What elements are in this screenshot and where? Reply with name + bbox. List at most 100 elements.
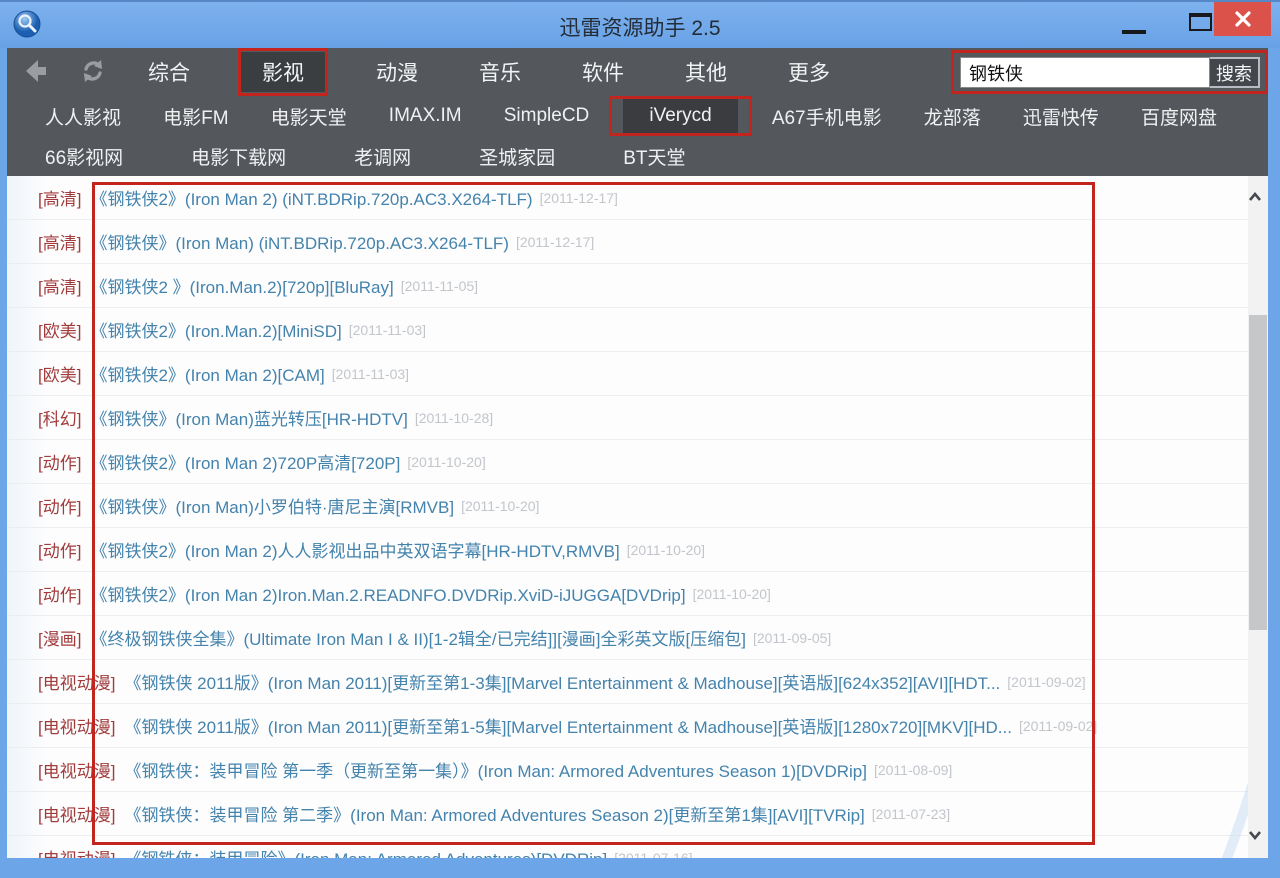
scroll-down-button[interactable]	[1248, 824, 1268, 846]
window-border-bottom	[0, 858, 1280, 878]
refresh-icon[interactable]	[78, 56, 108, 86]
result-link[interactable]: 《钢铁侠 2011版》(Iron Man 2011)[更新至第1-3集][Mar…	[124, 669, 1000, 694]
site-tabs-row1: 人人影视 电影FM 电影天堂 IMAX.IM SimpleCD iVerycd …	[7, 95, 1255, 137]
table-row[interactable]: [欧美] 《钢铁侠2》(Iron Man 2)[CAM] [2011-11-03…	[7, 352, 1248, 396]
vertical-scrollbar[interactable]	[1248, 176, 1268, 858]
result-link[interactable]: 《终极钢铁侠全集》(Ultimate Iron Man I & II)[1-2辑…	[90, 625, 746, 650]
table-row[interactable]: [动作] 《钢铁侠》(Iron Man)小罗伯特·唐尼主演[RMVB] [201…	[7, 484, 1248, 528]
site-tab-shengcheng[interactable]: 圣城家园	[471, 139, 563, 174]
result-link[interactable]: 《钢铁侠》(Iron Man)蓝光转压[HR-HDTV]	[90, 405, 407, 430]
site-tab-longbuluo[interactable]: 龙部落	[916, 99, 989, 134]
site-tab-yyets[interactable]: 人人影视	[37, 99, 129, 134]
site-tabs-row2: 66影视网 电影下载网 老调网 圣城家园 BT天堂	[7, 137, 1255, 176]
scroll-up-button[interactable]	[1248, 186, 1268, 208]
table-row[interactable]: [动作] 《钢铁侠2》(Iron Man 2)人人影视出品中英双语字幕[HR-H…	[7, 528, 1248, 572]
table-row[interactable]: [电视动漫] 《钢铁侠 2011版》(Iron Man 2011)[更新至第1-…	[7, 704, 1248, 748]
site-tab-baidupan[interactable]: 百度网盘	[1133, 99, 1225, 134]
search-input[interactable]	[960, 57, 1210, 88]
table-row[interactable]: [高清] 《钢铁侠》(Iron Man) (iNT.BDRip.720p.AC3…	[7, 220, 1248, 264]
result-link[interactable]: 《钢铁侠2》(Iron Man 2)人人影视出品中英双语字幕[HR-HDTV,R…	[90, 537, 619, 562]
site-tab-a67[interactable]: A67手机电影	[764, 99, 890, 134]
titlebar: 迅雷资源助手 2.5	[0, 0, 1280, 48]
result-date: [2011-10-20]	[461, 498, 539, 514]
tab-anime[interactable]: 动漫	[366, 52, 428, 92]
result-date: [2011-08-09]	[874, 762, 952, 778]
result-date: [2011-12-17]	[516, 234, 594, 250]
result-date: [2011-11-03]	[349, 322, 426, 338]
category-tag: [欧美]	[38, 361, 81, 386]
window-title: 迅雷资源助手 2.5	[0, 12, 1280, 42]
site-tab-simplecd[interactable]: SimpleCD	[496, 101, 598, 131]
site-tab-dianyingfm[interactable]: 电影FM	[155, 99, 236, 134]
tab-software[interactable]: 软件	[572, 52, 634, 92]
result-date: [2011-12-17]	[540, 190, 618, 206]
search-button[interactable]: 搜索	[1210, 57, 1260, 88]
category-tag: [电视动漫]	[38, 669, 115, 694]
result-link[interactable]: 《钢铁侠：装甲冒险》(Iron Man: Armored Adventures)…	[124, 845, 607, 858]
close-button[interactable]	[1214, 2, 1271, 36]
table-row[interactable]: [高清] 《钢铁侠2》(Iron Man 2) (iNT.BDRip.720p.…	[7, 176, 1248, 220]
chevron-up-icon	[1248, 190, 1262, 204]
result-date: [2011-07-16]	[614, 850, 692, 859]
result-date: [2011-07-23]	[872, 806, 950, 822]
category-tag: [漫画]	[38, 625, 81, 650]
result-date: [2011-10-28]	[415, 410, 493, 426]
result-link[interactable]: 《钢铁侠：装甲冒险 第一季（更新至第一集）》(Iron Man: Armored…	[124, 757, 867, 782]
result-date: [2011-11-03]	[332, 366, 409, 382]
tab-movies-label: 影视	[262, 62, 304, 85]
result-date: [2011-10-20]	[407, 454, 485, 470]
table-row[interactable]: [电视动漫] 《钢铁侠：装甲冒险》(Iron Man: Armored Adve…	[7, 836, 1248, 858]
site-tab-xunleikuaichuan[interactable]: 迅雷快传	[1015, 99, 1107, 134]
table-row[interactable]: [科幻] 《钢铁侠》(Iron Man)蓝光转压[HR-HDTV] [2011-…	[7, 396, 1248, 440]
result-link[interactable]: 《钢铁侠2》(Iron Man 2)720P高清[720P]	[90, 449, 400, 474]
category-tag: [电视动漫]	[38, 845, 115, 858]
table-row[interactable]: [电视动漫] 《钢铁侠 2011版》(Iron Man 2011)[更新至第1-…	[7, 660, 1248, 704]
category-tag: [电视动漫]	[38, 757, 115, 782]
result-link[interactable]: 《钢铁侠2》(Iron Man 2)[CAM]	[90, 361, 324, 386]
result-date: [2011-09-05]	[753, 630, 831, 646]
result-link[interactable]: 《钢铁侠2》(Iron Man 2)Iron.Man.2.READNFO.DVD…	[90, 581, 685, 606]
result-date: [2011-09-02]	[1019, 718, 1097, 734]
category-tag: [欧美]	[38, 317, 81, 342]
site-tab-bttiantang[interactable]: BT天堂	[615, 139, 693, 174]
result-link[interactable]: 《钢铁侠2》(Iron Man 2) (iNT.BDRip.720p.AC3.X…	[90, 185, 532, 210]
result-link[interactable]: 《钢铁侠》(Iron Man) (iNT.BDRip.720p.AC3.X264…	[90, 229, 509, 254]
tab-general[interactable]: 综合	[138, 52, 200, 92]
table-row[interactable]: [欧美] 《钢铁侠2》(Iron.Man.2)[MiniSD] [2011-11…	[7, 308, 1248, 352]
category-tag: [高清]	[38, 229, 81, 254]
result-link[interactable]: 《钢铁侠 2011版》(Iron Man 2011)[更新至第1-5集][Mar…	[124, 713, 1011, 738]
result-link[interactable]: 《钢铁侠2 》(Iron.Man.2)[720p][BluRay]	[90, 273, 393, 298]
tab-other[interactable]: 其他	[675, 52, 737, 92]
category-tag: [动作]	[38, 493, 81, 518]
result-link[interactable]: 《钢铁侠》(Iron Man)小罗伯特·唐尼主演[RMVB]	[90, 493, 454, 518]
site-tab-dytt[interactable]: 电影天堂	[263, 99, 355, 134]
tab-more[interactable]: 更多	[778, 52, 840, 92]
site-tab-imax[interactable]: IMAX.IM	[381, 101, 470, 131]
table-row[interactable]: [动作] 《钢铁侠2》(Iron Man 2)720P高清[720P] [201…	[7, 440, 1248, 484]
site-tab-iverycd-label: iVerycd	[649, 105, 711, 126]
result-link[interactable]: 《钢铁侠2》(Iron.Man.2)[MiniSD]	[90, 317, 341, 342]
category-tabs: 综合 影视 动漫 音乐 软件 其他 更多	[138, 48, 840, 95]
tab-movies[interactable]: 影视	[241, 52, 325, 92]
category-tag: [电视动漫]	[38, 713, 115, 738]
site-tab-dyxiazai[interactable]: 电影下载网	[183, 139, 294, 174]
table-row[interactable]: [高清] 《钢铁侠2 》(Iron.Man.2)[720p][BluRay] […	[7, 264, 1248, 308]
category-tag: [高清]	[38, 273, 81, 298]
back-icon[interactable]	[22, 56, 52, 86]
category-tag: [科幻]	[38, 405, 81, 430]
site-tab-iverycd[interactable]: iVerycd	[623, 99, 737, 133]
result-date: [2011-09-02]	[1007, 674, 1085, 690]
results-list: [高清] 《钢铁侠2》(Iron Man 2) (iNT.BDRip.720p.…	[7, 176, 1248, 858]
scrollbar-thumb[interactable]	[1249, 315, 1267, 630]
table-row[interactable]: [电视动漫] 《钢铁侠：装甲冒险 第一季（更新至第一集）》(Iron Man: …	[7, 748, 1248, 792]
site-tab-66yingshi[interactable]: 66影视网	[37, 139, 131, 174]
table-row[interactable]: [电视动漫] 《钢铁侠：装甲冒险 第二季》(Iron Man: Armored …	[7, 792, 1248, 836]
table-row[interactable]: [漫画] 《终极钢铁侠全集》(Ultimate Iron Man I & II)…	[7, 616, 1248, 660]
maximize-button[interactable]	[1189, 13, 1212, 31]
result-link[interactable]: 《钢铁侠：装甲冒险 第二季》(Iron Man: Armored Adventu…	[124, 801, 864, 826]
table-row[interactable]: [动作] 《钢铁侠2》(Iron Man 2)Iron.Man.2.READNF…	[7, 572, 1248, 616]
minimize-button[interactable]	[1122, 30, 1146, 34]
tab-music[interactable]: 音乐	[469, 52, 531, 92]
site-tab-laodiao[interactable]: 老调网	[346, 139, 419, 174]
category-tag: [动作]	[38, 581, 81, 606]
